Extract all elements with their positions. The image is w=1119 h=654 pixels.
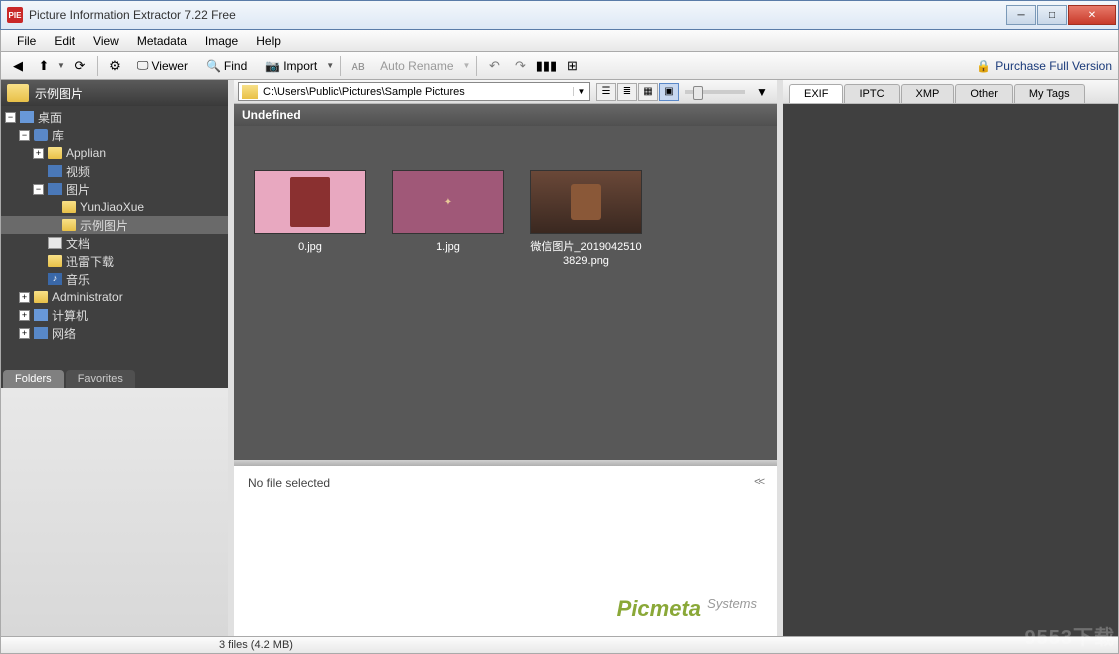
thumbnail-item[interactable]: 微信图片_2019042510 3829.png [526, 170, 646, 269]
toolbar: ◀ ⬆ ▼ ⟳ ⚙ 🖵 Viewer 🔍 Find 📷 Import ▼ ᴀʙ … [0, 52, 1119, 80]
view-buttons: ☰ ≣ ▦ ▣ [596, 83, 679, 101]
lock-icon: 🔒 [976, 59, 991, 73]
tab-folders[interactable]: Folders [3, 370, 64, 388]
metadata-body [783, 104, 1118, 636]
tree-administrator[interactable]: +Administrator [1, 288, 228, 306]
minimize-button[interactable]: ─ [1006, 5, 1036, 25]
menu-metadata[interactable]: Metadata [129, 32, 195, 50]
app-icon: PIE [7, 7, 23, 23]
thumbnail-label: 微信图片_2019042510 3829.png [530, 240, 641, 269]
path-input[interactable]: C:\Users\Public\Pictures\Sample Pictures… [238, 82, 590, 101]
tree-music[interactable]: +♪音乐 [1, 270, 228, 288]
separator [476, 56, 477, 76]
barcode-icon[interactable]: ▮▮▮ [535, 55, 557, 77]
menu-file[interactable]: File [9, 32, 44, 50]
thumbnail-size-slider[interactable] [685, 90, 745, 94]
thumbnail-image [254, 170, 366, 234]
redo-button[interactable]: ↷ [509, 55, 531, 77]
tab-other[interactable]: Other [955, 84, 1013, 103]
find-button[interactable]: 🔍 Find [199, 55, 254, 77]
collapse-button[interactable]: << [754, 476, 763, 490]
brand-logo: Picmeta Systems [234, 596, 777, 636]
detail-pane: No file selected << Picmeta Systems [234, 466, 777, 636]
tab-mytags[interactable]: My Tags [1014, 84, 1085, 103]
group-header: Undefined [234, 104, 777, 126]
path-bar: C:\Users\Public\Pictures\Sample Pictures… [234, 80, 777, 104]
tree-xunlei[interactable]: +迅雷下载 [1, 252, 228, 270]
folder-tree[interactable]: −桌面 −库 +Applian +视频 −图片 +YunJiaoXue +示例图… [1, 106, 228, 366]
undo-button[interactable]: ↶ [483, 55, 505, 77]
folder-header-label: 示例图片 [35, 85, 83, 102]
status-bar: 3 files (4.2 MB) [0, 637, 1119, 654]
tab-favorites[interactable]: Favorites [66, 370, 135, 388]
maximize-button[interactable]: □ [1037, 5, 1067, 25]
tree-pictures[interactable]: −图片 [1, 180, 228, 198]
grid-icon[interactable]: ⊞ [561, 55, 583, 77]
import-dropdown[interactable]: ▼ [326, 61, 334, 70]
tab-exif[interactable]: EXIF [789, 84, 843, 103]
tree-video[interactable]: +视频 [1, 162, 228, 180]
menu-edit[interactable]: Edit [46, 32, 83, 50]
refresh-button[interactable]: ⟳ [69, 55, 91, 77]
viewer-button[interactable]: 🖵 Viewer [130, 55, 195, 77]
tree-computer[interactable]: +计算机 [1, 306, 228, 324]
autorename-dropdown[interactable]: ▼ [463, 61, 471, 70]
up-dropdown[interactable]: ▼ [57, 61, 65, 70]
tab-xmp[interactable]: XMP [901, 84, 955, 103]
path-text: C:\Users\Public\Pictures\Sample Pictures [261, 86, 573, 98]
folder-tabs: Folders Favorites [1, 366, 228, 388]
thumbnail-image: ✦ [392, 170, 504, 234]
thumbnail-item[interactable]: 0.jpg [250, 170, 370, 269]
view-list[interactable]: ≣ [617, 83, 637, 101]
window-title: Picture Information Extractor 7.22 Free [29, 8, 1006, 22]
tree-applian[interactable]: +Applian [1, 144, 228, 162]
title-bar: PIE Picture Information Extractor 7.22 F… [0, 0, 1119, 30]
purchase-link[interactable]: 🔒Purchase Full Version [976, 59, 1112, 73]
menu-help[interactable]: Help [248, 32, 289, 50]
view-small[interactable]: ▦ [638, 83, 658, 101]
tab-iptc[interactable]: IPTC [844, 84, 899, 103]
separator [340, 56, 341, 76]
tree-yunjiaoxue[interactable]: +YunJiaoXue [1, 198, 228, 216]
metadata-tabs: EXIF IPTC XMP Other My Tags [783, 80, 1118, 104]
tree-network[interactable]: +网络 [1, 324, 228, 342]
autorename-button[interactable]: Auto Rename [373, 55, 460, 77]
up-button[interactable]: ⬆ [33, 55, 55, 77]
separator [97, 56, 98, 76]
import-button[interactable]: 📷 Import [258, 55, 324, 77]
folder-header: 示例图片 [1, 80, 228, 106]
close-button[interactable]: ✕ [1068, 5, 1116, 25]
right-panel: EXIF IPTC XMP Other My Tags [783, 80, 1118, 636]
rename-icon[interactable]: ᴀʙ [347, 55, 369, 77]
thumbnail-image [530, 170, 642, 234]
tree-documents[interactable]: +文档 [1, 234, 228, 252]
view-details[interactable]: ☰ [596, 83, 616, 101]
left-panel: 示例图片 −桌面 −库 +Applian +视频 −图片 +YunJiaoXue… [1, 80, 228, 636]
menu-bar: File Edit View Metadata Image Help [0, 30, 1119, 52]
menu-view[interactable]: View [85, 32, 127, 50]
path-dropdown[interactable]: ▼ [573, 87, 589, 96]
thumbnail-label: 1.jpg [436, 240, 460, 254]
thumbnail-area[interactable]: Undefined 0.jpg ✦ 1.jpg 微信图片_2019042510 … [234, 104, 777, 460]
back-button[interactable]: ◀ [7, 55, 29, 77]
tree-sample-pictures[interactable]: +示例图片 [1, 216, 228, 234]
view-thumbnails[interactable]: ▣ [659, 83, 679, 101]
left-bottom-pane [1, 388, 228, 636]
tree-library[interactable]: −库 [1, 126, 228, 144]
tree-desktop[interactable]: −桌面 [1, 108, 228, 126]
folder-icon [242, 85, 258, 99]
thumbnail-item[interactable]: ✦ 1.jpg [388, 170, 508, 269]
filter-button[interactable]: ▼ [751, 81, 773, 103]
menu-image[interactable]: Image [197, 32, 246, 50]
folder-icon [7, 84, 29, 102]
detail-status: No file selected [248, 476, 330, 490]
main-area: 示例图片 −桌面 −库 +Applian +视频 −图片 +YunJiaoXue… [0, 80, 1119, 637]
center-panel: C:\Users\Public\Pictures\Sample Pictures… [234, 80, 777, 636]
status-text: 3 files (4.2 MB) [219, 639, 293, 651]
settings-button[interactable]: ⚙ [104, 55, 126, 77]
thumbnail-label: 0.jpg [298, 240, 322, 254]
